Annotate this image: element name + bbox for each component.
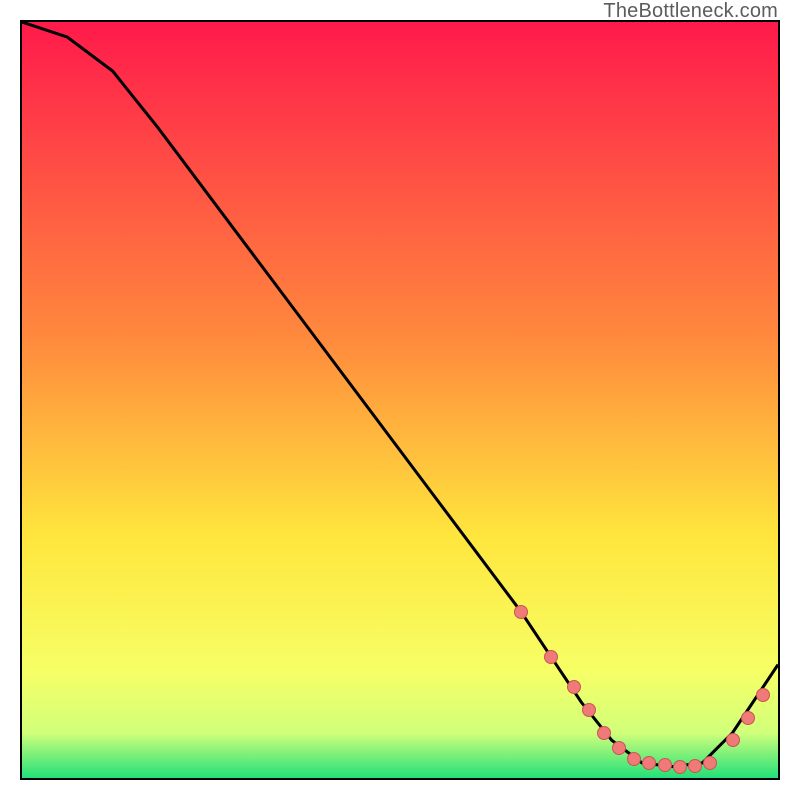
- scatter-dot: [642, 756, 656, 770]
- scatter-dot: [673, 760, 687, 774]
- scatter-dot: [567, 680, 581, 694]
- scatter-dot: [726, 733, 740, 747]
- heat-gradient-background: [22, 22, 778, 778]
- scatter-dot: [756, 688, 770, 702]
- scatter-dot: [658, 758, 672, 772]
- scatter-dot: [582, 703, 596, 717]
- scatter-dot: [627, 752, 641, 766]
- scatter-dot: [514, 605, 528, 619]
- scatter-dot: [612, 741, 626, 755]
- scatter-dot: [741, 711, 755, 725]
- scatter-dot: [597, 726, 611, 740]
- scatter-dot: [544, 650, 558, 664]
- chart-area: [20, 20, 780, 780]
- scatter-dot: [688, 759, 702, 773]
- scatter-dot: [703, 756, 717, 770]
